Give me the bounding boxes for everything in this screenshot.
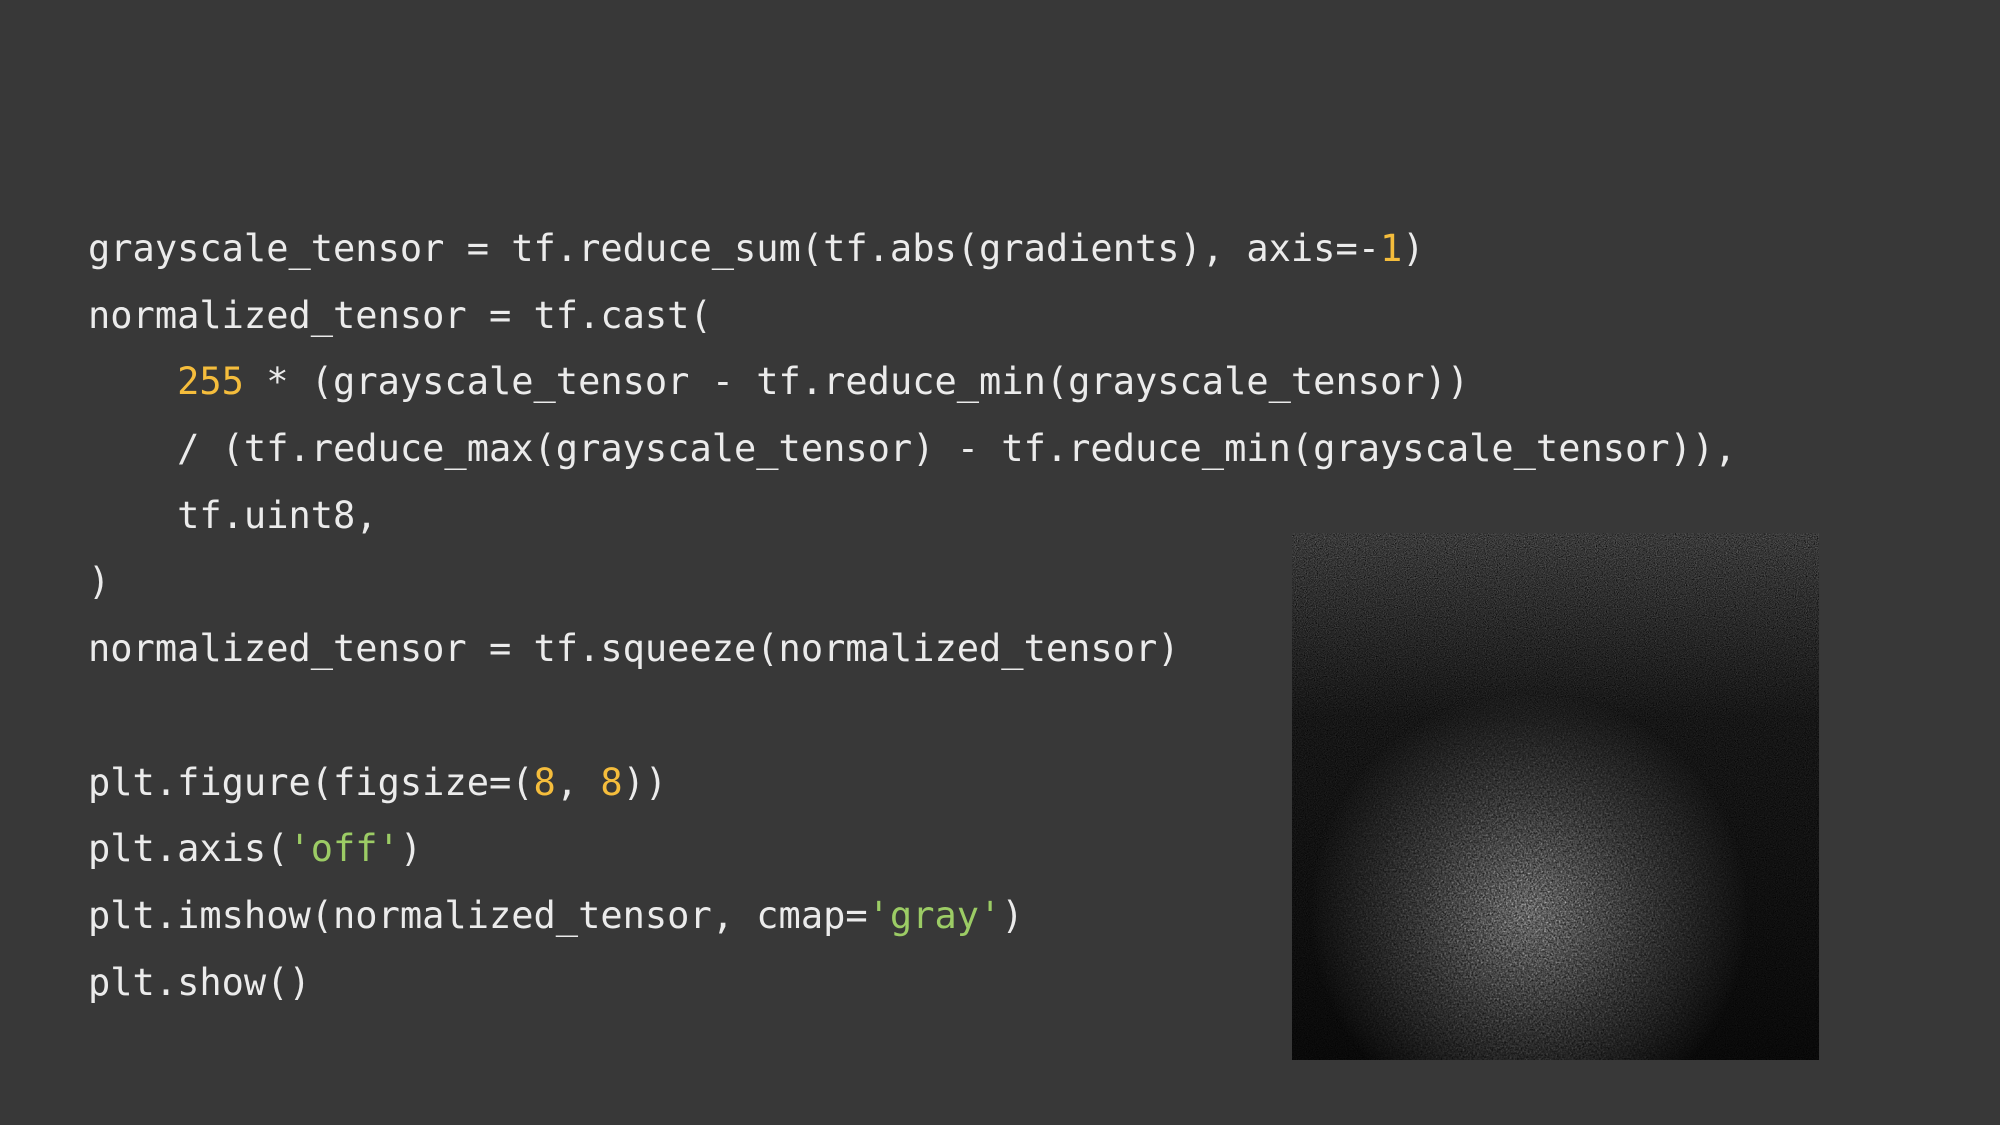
code-token: normalized_tensor = tf.squeeze(normalize…: [88, 627, 1180, 671]
code-token: plt.axis(: [88, 827, 289, 871]
code-number-literal: 8: [533, 760, 556, 804]
code-string-literal: 'off': [288, 827, 400, 871]
code-line: grayscale_tensor = tf.reduce_sum(tf.abs(…: [88, 222, 1736, 289]
saliency-map-image: [1292, 533, 1819, 1060]
code-token: ): [1001, 893, 1024, 937]
code-number-literal: 1: [1380, 227, 1403, 270]
code-line: normalized_tensor = tf.cast(: [88, 289, 1736, 356]
saliency-map-canvas: [1292, 533, 1819, 1060]
code-token: plt.figure(figsize=(: [88, 760, 534, 804]
code-line: 255 * (grayscale_tensor - tf.reduce_min(…: [88, 355, 1736, 422]
code-token: ): [1402, 227, 1425, 270]
code-number-literal: 255: [177, 360, 244, 404]
code-token: grayscale_tensor = tf.reduce_sum(tf.abs(…: [88, 227, 1381, 270]
code-token: ): [399, 827, 423, 871]
code-token: normalized_tensor = tf.cast(: [88, 293, 712, 337]
code-string-literal: 'gray': [867, 893, 1002, 937]
code-token: ,: [555, 760, 601, 804]
code-token: * (grayscale_tensor - tf.reduce_min(gray…: [243, 360, 1470, 404]
code-token: plt.show(): [88, 960, 311, 1004]
code-token: tf.uint8,: [88, 493, 378, 537]
code-token: )): [622, 760, 668, 804]
code-token: plt.imshow(normalized_tensor, cmap=: [88, 893, 868, 937]
code-token: ): [88, 560, 111, 604]
code-line: / (tf.reduce_max(grayscale_tensor) - tf.…: [88, 422, 1736, 489]
code-number-literal: 8: [600, 760, 623, 804]
code-token: / (tf.reduce_max(grayscale_tensor) - tf.…: [88, 427, 1737, 471]
